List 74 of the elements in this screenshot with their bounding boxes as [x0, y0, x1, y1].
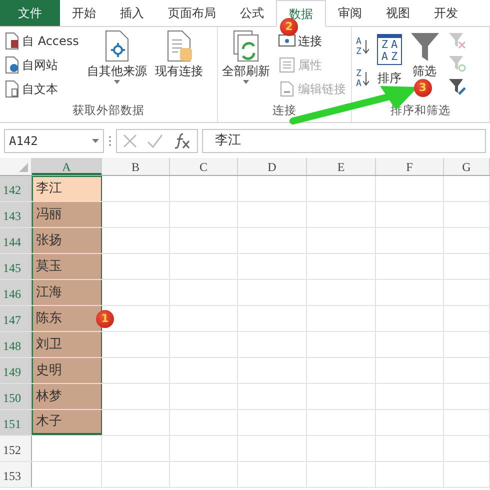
refresh-pages-icon — [232, 30, 260, 62]
row-header[interactable]: 145 — [0, 254, 32, 279]
drag-handle-icon — [108, 135, 112, 147]
table-cell[interactable]: 陈东 — [32, 306, 102, 331]
ribbon-button[interactable]: 筛选 — [408, 30, 442, 78]
document-target-icon — [102, 30, 131, 62]
column-header[interactable]: G — [444, 158, 490, 175]
table-cell[interactable]: 李江 — [32, 176, 102, 201]
ribbon-button[interactable]: 自文本 — [2, 78, 81, 100]
document-cylinder-icon — [164, 30, 193, 62]
formula-text: 李江 — [215, 132, 241, 150]
table-cell[interactable]: 江海 — [32, 280, 102, 305]
row-header[interactable]: 151 — [0, 410, 32, 435]
column-header[interactable]: E — [307, 158, 376, 175]
down-arrow-icon — [363, 40, 370, 54]
down-arrow-icon — [363, 72, 370, 86]
ribbon-button[interactable]: 自 Access — [2, 30, 81, 52]
row-header[interactable]: 147 — [0, 306, 32, 331]
column-header[interactable]: D — [238, 158, 307, 175]
column-header[interactable]: A — [32, 158, 102, 175]
table-cell[interactable]: 莫玉 — [32, 254, 102, 279]
ribbon-tab[interactable]: 文件 — [0, 0, 60, 26]
ribbon-tab[interactable]: 公式 — [228, 0, 276, 26]
table-cell[interactable]: 林梦 — [32, 384, 102, 409]
web-file-icon — [4, 56, 20, 74]
table-cell[interactable]: 刘卫 — [32, 332, 102, 357]
list-icon — [278, 57, 296, 73]
group-label: 连接 — [272, 102, 298, 119]
step-marker: 1 — [96, 310, 114, 328]
table-cell[interactable]: 张扬 — [32, 228, 102, 253]
row-header[interactable]: 149 — [0, 358, 32, 383]
column-header[interactable]: C — [170, 158, 238, 175]
row-header[interactable]: 153 — [0, 462, 32, 487]
ribbon-tab[interactable]: 开发 — [422, 0, 470, 26]
ribbon-button[interactable]: 自网站 — [2, 54, 81, 76]
cancel-icon[interactable] — [123, 134, 137, 148]
row-header[interactable]: 150 — [0, 384, 32, 409]
dropdown-icon — [92, 139, 99, 143]
ribbon-tab[interactable]: 页面布局 — [156, 0, 228, 26]
check-icon[interactable] — [147, 134, 163, 148]
row-header[interactable]: 146 — [0, 280, 32, 305]
row-header[interactable]: 148 — [0, 332, 32, 357]
ribbon-button[interactable]: Z A A Z 排序 — [375, 30, 404, 85]
row-header[interactable]: 144 — [0, 228, 32, 253]
select-all-icon — [19, 163, 28, 172]
ribbon-tab[interactable]: 开始 — [60, 0, 108, 26]
sort-grid-icon: Z A A Z — [377, 34, 402, 65]
ribbon-tab[interactable]: 审阅 — [326, 0, 374, 26]
sort-button[interactable]: A Z — [354, 36, 372, 58]
group-label: 获取外部数据 — [72, 102, 146, 119]
ribbon-button[interactable]: 全部刷新 — [220, 30, 272, 84]
ribbon-button[interactable]: 自其他来源 — [84, 30, 149, 84]
formula-field[interactable]: 李江 — [202, 129, 486, 153]
monitor-icon — [278, 33, 296, 49]
table-cell[interactable]: 冯丽 — [32, 202, 102, 227]
filter-pencil-icon[interactable] — [448, 77, 466, 95]
table-cell[interactable]: 木子 — [32, 410, 102, 435]
ribbon-button[interactable]: 现有连接 — [152, 30, 205, 78]
function-icon[interactable] — [173, 133, 191, 149]
row-header[interactable]: 142 — [0, 176, 32, 201]
table-cell[interactable]: 史明 — [32, 358, 102, 383]
ribbon-tab[interactable]: 视图 — [374, 0, 422, 26]
cell-reference: A142 — [9, 133, 38, 150]
access-file-icon — [4, 32, 20, 50]
name-box[interactable]: A142 — [4, 129, 104, 153]
row-header[interactable]: 143 — [0, 202, 32, 227]
row-header[interactable]: 152 — [0, 436, 32, 461]
column-header[interactable]: B — [102, 158, 170, 175]
sort-button[interactable]: Z A — [354, 68, 372, 90]
text-file-icon — [4, 80, 20, 98]
column-header[interactable]: F — [376, 158, 444, 175]
link-file-icon — [278, 81, 296, 97]
filter-icon — [410, 30, 440, 62]
ribbon-tab[interactable]: 插入 — [108, 0, 156, 26]
